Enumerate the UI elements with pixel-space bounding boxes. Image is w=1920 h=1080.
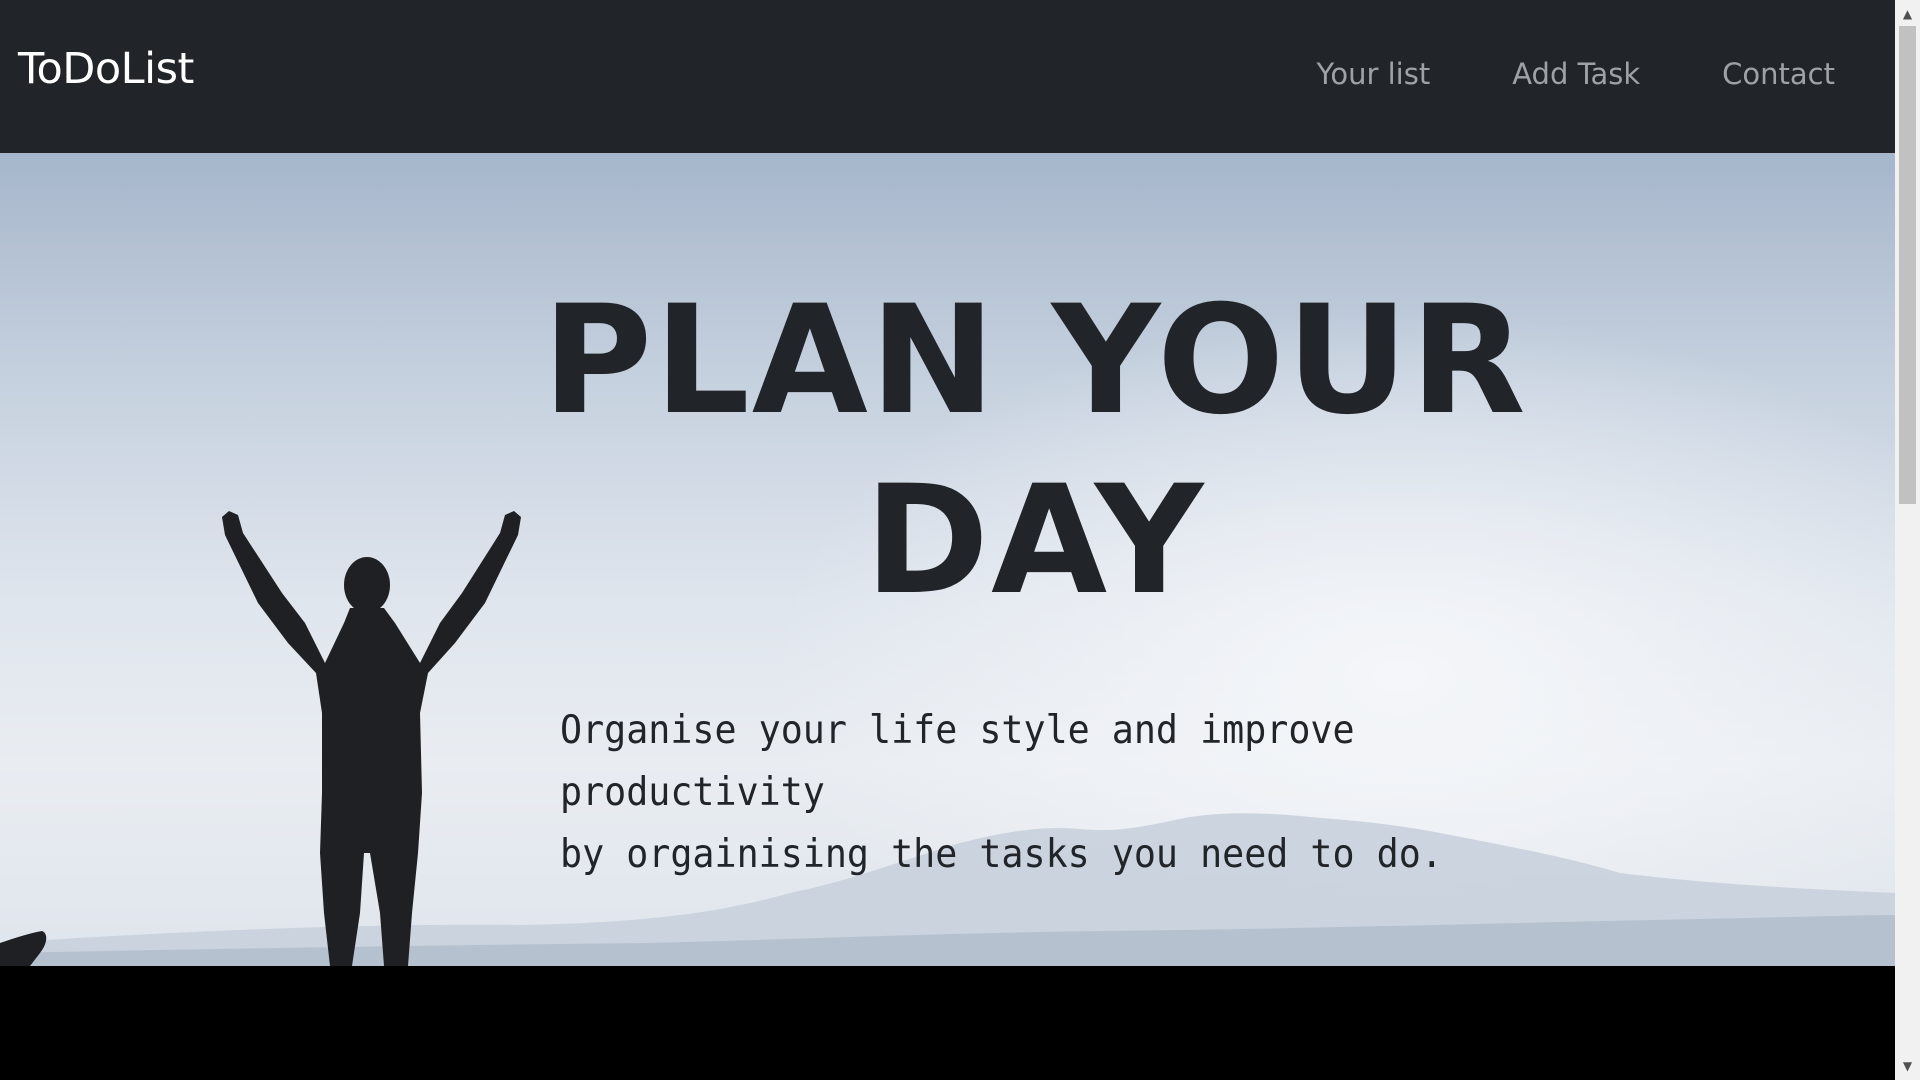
scrollbar-thumb[interactable] xyxy=(1899,26,1916,504)
hero-title-line-1: PLAN YOUR xyxy=(542,274,1528,448)
hero-description-line-2: by orgainising the tasks you need to do. xyxy=(560,832,1443,877)
navbar: ToDoList Your list Add Task Contact xyxy=(0,0,1895,153)
person-silhouette xyxy=(0,511,521,966)
brand-logo-link[interactable]: ToDoList xyxy=(18,48,194,91)
hero-title: PLAN YOUR DAY xyxy=(540,271,1530,631)
hero-description: Organise your life style and improve pro… xyxy=(560,700,1594,886)
nav-link-contact[interactable]: Contact xyxy=(1722,60,1835,89)
scroll-up-arrow-icon[interactable]: ▲ xyxy=(1895,4,1920,24)
scroll-down-arrow-icon[interactable]: ▼ xyxy=(1895,1056,1920,1076)
vertical-scrollbar[interactable]: ▲ ▼ xyxy=(1895,0,1920,1080)
hero-description-line-1: Organise your life style and improve pro… xyxy=(560,708,1355,815)
page: ToDoList Your list Add Task Contact PLAN… xyxy=(0,0,1895,1080)
nav-link-add-task[interactable]: Add Task xyxy=(1512,60,1640,89)
nav-link-your-list[interactable]: Your list xyxy=(1316,60,1430,89)
hero-title-line-2: DAY xyxy=(864,454,1206,628)
hero-section: PLAN YOUR DAY Organise your life style a… xyxy=(0,153,1895,966)
nav-links: Your list Add Task Contact xyxy=(1316,60,1835,89)
